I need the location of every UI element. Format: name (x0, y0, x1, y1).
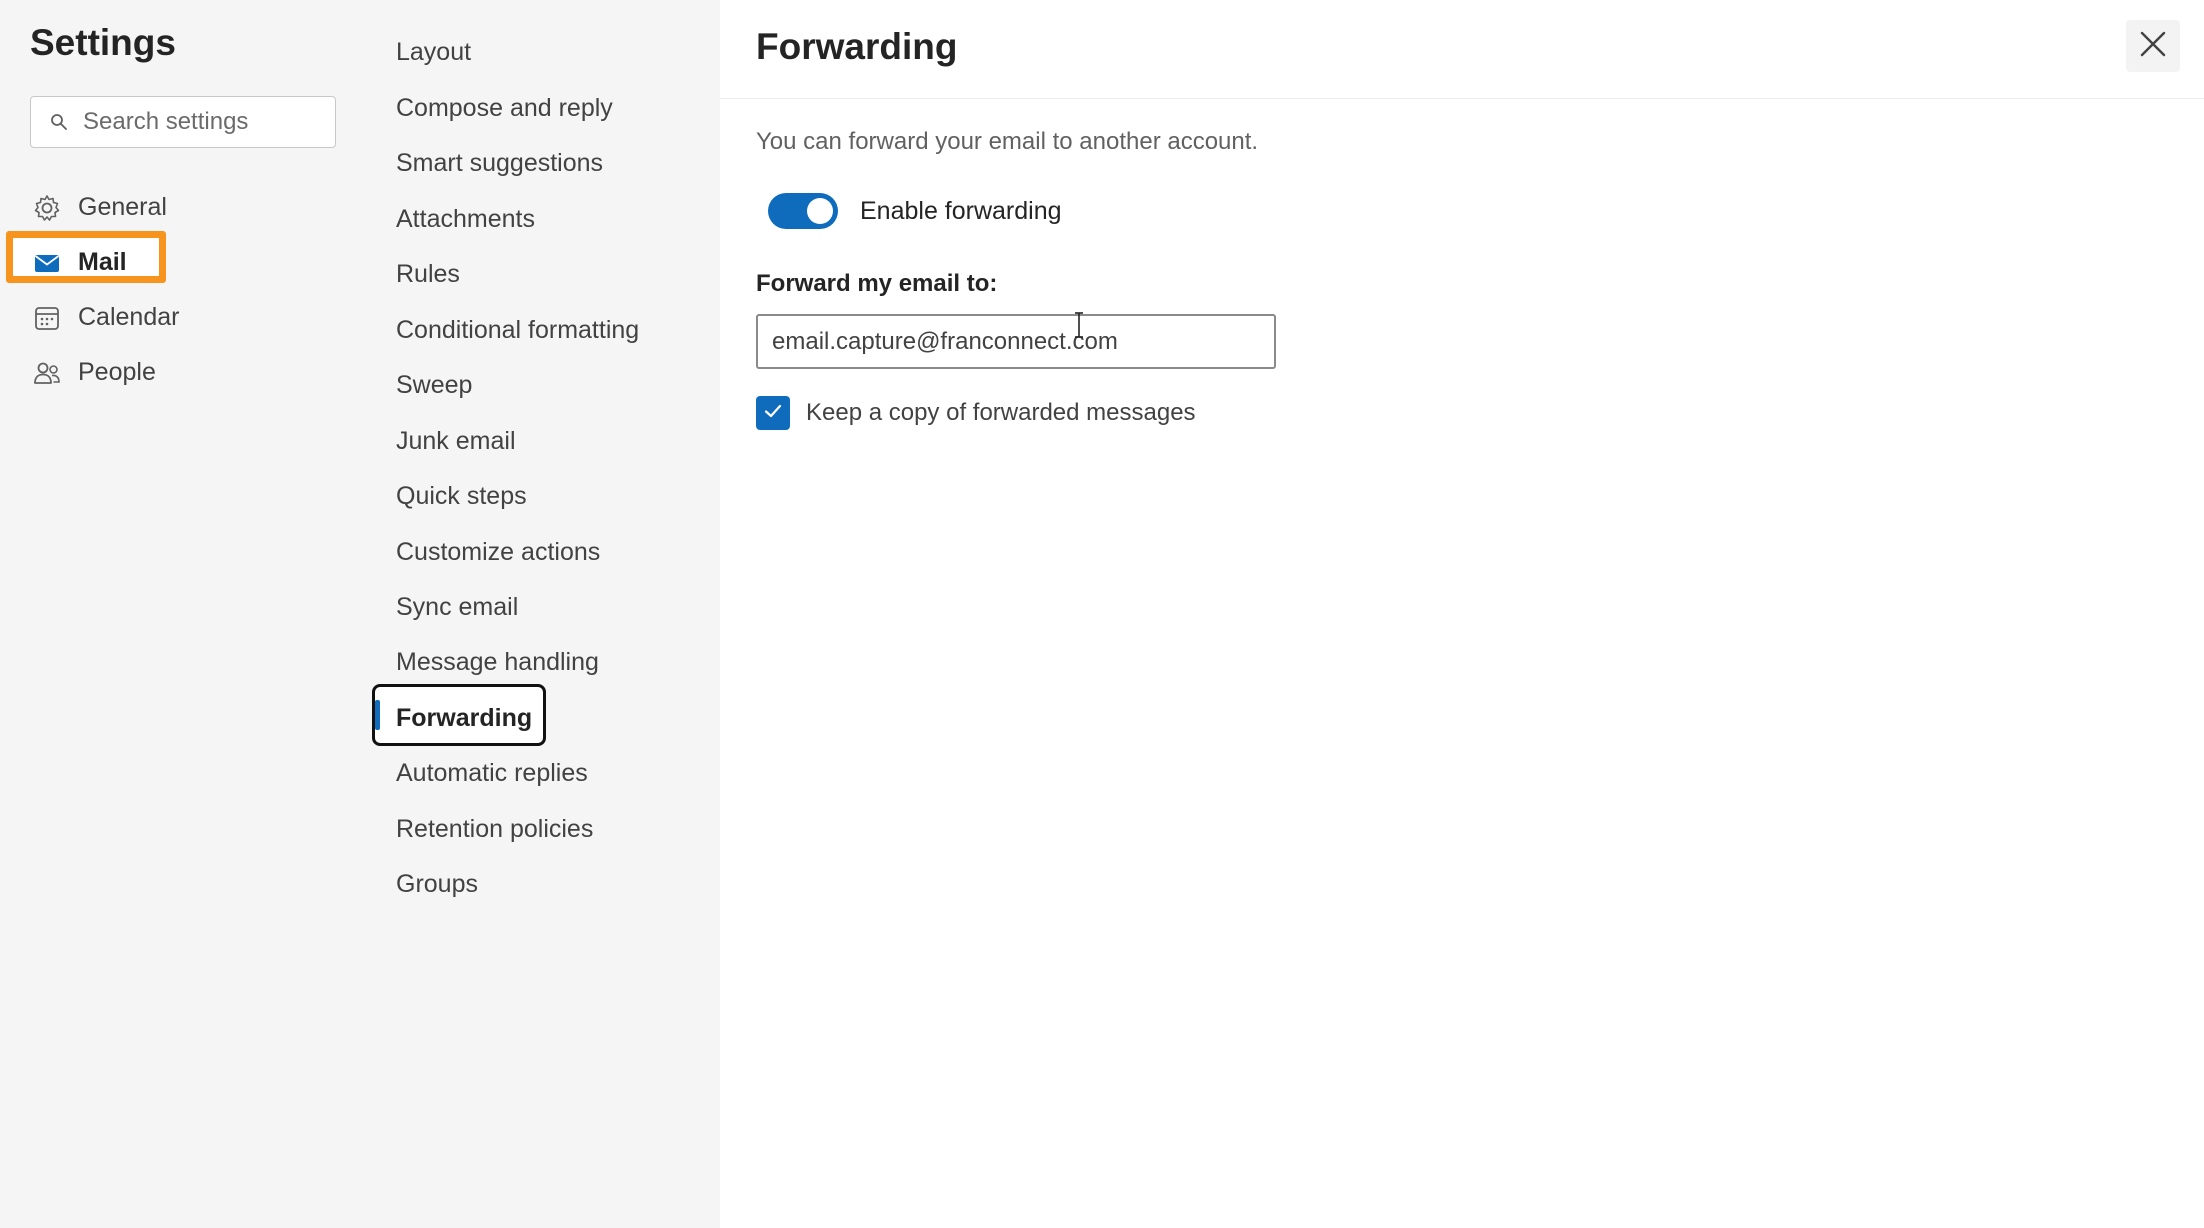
selected-indicator (375, 700, 380, 730)
menu-item-sweep[interactable]: Sweep (396, 371, 472, 400)
settings-sidebar: Settings General (0, 0, 370, 1228)
panel-header: Forwarding (720, 0, 2204, 99)
toggle-knob (807, 198, 833, 224)
mail-settings-menu: Layout Compose and reply Smart suggestio… (370, 0, 720, 1228)
menu-item-quick-steps[interactable]: Quick steps (396, 482, 527, 511)
menu-item-groups[interactable]: Groups (396, 870, 478, 899)
menu-item-sync-email[interactable]: Sync email (396, 593, 518, 622)
gear-icon (32, 193, 62, 223)
search-icon (47, 110, 71, 134)
keep-copy-row: Keep a copy of forwarded messages (756, 396, 1196, 430)
forwarding-description: You can forward your email to another ac… (756, 128, 1259, 155)
forward-to-label: Forward my email to: (756, 270, 998, 297)
settings-window: Settings General (0, 0, 2204, 1228)
menu-item-junk-email[interactable]: Junk email (396, 427, 516, 456)
panel-title: Forwarding (756, 26, 958, 67)
menu-item-forwarding[interactable]: Forwarding (396, 704, 532, 733)
enable-forwarding-label: Enable forwarding (860, 196, 1062, 225)
checkmark-icon (762, 400, 784, 427)
nav-item-general[interactable]: General (0, 180, 370, 235)
forwarding-panel: Forwarding You can forward your email to… (720, 0, 2204, 1228)
close-icon (2138, 29, 2168, 64)
menu-item-customize-actions[interactable]: Customize actions (396, 538, 600, 567)
menu-item-attachments[interactable]: Attachments (396, 205, 535, 234)
calendar-icon (32, 303, 62, 333)
search-box[interactable] (30, 96, 336, 148)
nav-item-general-label: General (78, 193, 167, 221)
close-button[interactable] (2126, 20, 2180, 72)
search-input[interactable] (81, 107, 325, 137)
text-cursor-icon (1072, 310, 1086, 340)
menu-item-layout[interactable]: Layout (396, 38, 471, 67)
nav-item-people[interactable]: People (0, 345, 370, 400)
enable-forwarding-toggle[interactable] (768, 193, 838, 229)
people-icon (32, 358, 62, 388)
menu-item-automatic-replies[interactable]: Automatic replies (396, 759, 588, 788)
keep-copy-checkbox[interactable] (756, 396, 790, 430)
settings-title: Settings (30, 22, 176, 63)
menu-item-message-handling[interactable]: Message handling (396, 648, 599, 677)
nav-item-calendar-label: Calendar (78, 303, 180, 331)
nav-item-mail[interactable]: Mail (0, 235, 370, 290)
nav-item-mail-label: Mail (78, 248, 127, 276)
nav-item-calendar[interactable]: Calendar (0, 290, 370, 345)
settings-nav: General Mail Calendar People (0, 180, 370, 400)
enable-forwarding-row: Enable forwarding (768, 193, 1062, 229)
menu-item-rules[interactable]: Rules (396, 260, 460, 289)
menu-item-smart-suggestions[interactable]: Smart suggestions (396, 149, 603, 178)
menu-item-conditional-formatting[interactable]: Conditional formatting (396, 316, 639, 345)
menu-item-retention-policies[interactable]: Retention policies (396, 815, 593, 844)
keep-copy-label: Keep a copy of forwarded messages (806, 399, 1196, 426)
forward-email-input[interactable] (756, 314, 1276, 369)
nav-item-people-label: People (78, 358, 156, 386)
menu-item-compose-and-reply[interactable]: Compose and reply (396, 94, 613, 123)
mail-icon (32, 248, 62, 278)
